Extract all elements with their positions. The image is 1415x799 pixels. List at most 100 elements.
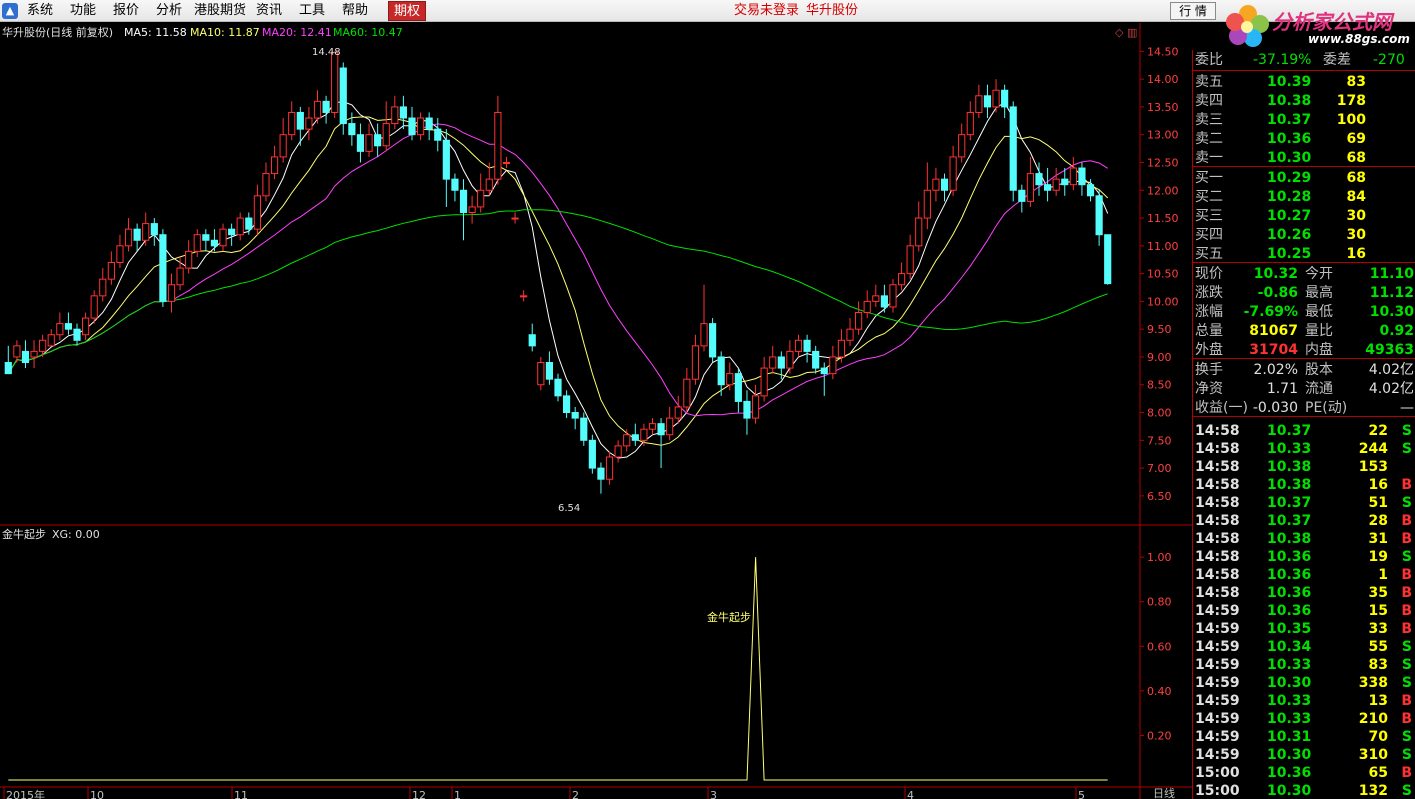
buy-level-row: 买四 10.26 30: [1193, 226, 1415, 245]
tick-time: 14:58: [1195, 513, 1240, 529]
candle-down: [820, 367, 828, 375]
price-tick-label: 12.50: [1147, 156, 1179, 169]
candle-down: [245, 217, 253, 230]
buy-price: 10.27: [1267, 208, 1312, 224]
candle-down: [1086, 184, 1095, 197]
stat-value: 10.30: [1369, 304, 1414, 320]
signal-line: [8, 557, 1108, 781]
tick-time: 15:00: [1195, 765, 1240, 781]
tick-volume: 28: [1368, 513, 1388, 529]
menu-quote[interactable]: 报价: [113, 3, 139, 19]
stat-label: 最高: [1305, 285, 1333, 301]
candle-up: [674, 406, 682, 419]
price-tick-label: 12.00: [1147, 184, 1179, 197]
candle-up: [391, 106, 399, 125]
tick-row: 15:00 10.36 65 B: [1193, 764, 1415, 783]
low-annotation: 6.54: [558, 503, 580, 514]
candle-up: [116, 245, 124, 263]
tick-side: B: [1401, 693, 1412, 709]
chart-area[interactable]: 14.50 14.00 13.50 13.00 12.50 12.00 11.50 11.00…: [0, 23, 1192, 799]
tick-row: 14:58 10.36 1 B: [1193, 566, 1415, 585]
menu-news[interactable]: 资讯: [256, 3, 282, 19]
tick-side: S: [1401, 657, 1412, 673]
candle-up: [39, 339, 47, 352]
candle-up: [614, 445, 622, 458]
time-tick-label: 12: [412, 789, 426, 799]
tick-price: 10.37: [1267, 513, 1312, 529]
candle-up: [142, 223, 150, 241]
price-tick-label: 10.00: [1147, 295, 1179, 308]
candle-down: [571, 412, 579, 419]
candle-down: [1035, 173, 1043, 186]
tick-row: 14:58 10.38 16 B: [1193, 476, 1415, 495]
candle-up: [176, 267, 184, 286]
price-tick-label: 7.00: [1147, 462, 1172, 475]
menu-tools[interactable]: 工具: [299, 3, 325, 19]
quote-button[interactable]: 行 情: [1170, 2, 1216, 20]
trade-login-status[interactable]: 交易未登录: [734, 3, 799, 19]
candle-up: [167, 284, 176, 302]
period-label[interactable]: 日线: [1153, 786, 1175, 799]
tick-price: 10.30: [1267, 783, 1312, 799]
candle-up: [949, 156, 957, 191]
indicator-tick-label: 0.80: [1147, 596, 1172, 609]
buy-volume: 30: [1346, 227, 1366, 243]
tick-side: B: [1401, 567, 1412, 583]
tick-time: 14:58: [1195, 549, 1240, 565]
candle-up: [502, 161, 511, 164]
sell-level-label: 卖五: [1195, 74, 1223, 90]
price-tick-label: 7.50: [1147, 434, 1172, 447]
ma20-label: MA20: 12.41: [262, 26, 332, 39]
tick-row: 14:58 10.33 244 S: [1193, 440, 1415, 459]
menu-analysis[interactable]: 分析: [156, 3, 182, 19]
menu-hk-futures[interactable]: 港股期货: [194, 3, 246, 19]
tick-side: S: [1401, 747, 1412, 763]
menu-function[interactable]: 功能: [70, 3, 96, 19]
price-tick-label: 11.50: [1147, 212, 1179, 225]
current-stock-name: 华升股份: [806, 3, 859, 18]
tick-price: 10.38: [1267, 531, 1312, 547]
candle-down: [1078, 167, 1086, 186]
candle-up: [700, 323, 708, 347]
candle-up: [846, 328, 854, 341]
indicator-title: 金牛起步: [2, 527, 46, 541]
price-tick-label: 14.50: [1147, 45, 1179, 58]
candle-up: [915, 217, 923, 247]
menu-system[interactable]: 系统: [27, 3, 53, 19]
candle-down: [451, 178, 459, 191]
menu-help[interactable]: 帮助: [342, 3, 368, 19]
sell-price: 10.38: [1267, 93, 1312, 109]
sell-level-row: 卖三 10.37 100: [1193, 111, 1415, 130]
tick-price: 10.36: [1267, 585, 1312, 601]
candle-down: [1001, 89, 1009, 108]
kline-chart[interactable]: 14.5014.0013.5013.0012.5012.0011.5011.00…: [0, 23, 1192, 799]
candle-up: [382, 123, 390, 147]
fundamental-value: 4.02亿: [1368, 362, 1414, 378]
candle-up: [691, 345, 700, 380]
candle-down: [434, 128, 442, 141]
candle-up: [185, 250, 193, 269]
tick-volume: 210: [1358, 711, 1388, 727]
tick-time: 14:58: [1195, 441, 1240, 457]
candle-down: [425, 117, 433, 130]
app-logo-icon[interactable]: ▲: [2, 3, 18, 19]
fundamental-value: 1.71: [1266, 381, 1298, 397]
fundamental-label: 流通: [1305, 381, 1333, 397]
candle-up: [786, 350, 794, 369]
tick-time: 14:58: [1195, 531, 1240, 547]
candle-up: [90, 295, 98, 319]
chart-window-icon[interactable]: ◇ ▥: [1115, 26, 1137, 39]
candle-up: [270, 156, 279, 175]
menu-options[interactable]: 期权: [388, 1, 427, 21]
candle-down: [880, 295, 888, 308]
tick-volume: 19: [1368, 549, 1388, 565]
sell-level-row: 卖四 10.38 178: [1193, 92, 1415, 111]
tick-row: 15:00 10.30 132 S: [1193, 782, 1415, 799]
tick-volume: 1: [1378, 567, 1388, 583]
candle-up: [477, 189, 485, 208]
price-tick-label: 14.00: [1147, 73, 1179, 86]
time-tick-label: 2: [572, 789, 579, 799]
tick-side: S: [1401, 639, 1412, 655]
tick-volume: 132: [1358, 783, 1388, 799]
candle-down: [4, 362, 12, 375]
